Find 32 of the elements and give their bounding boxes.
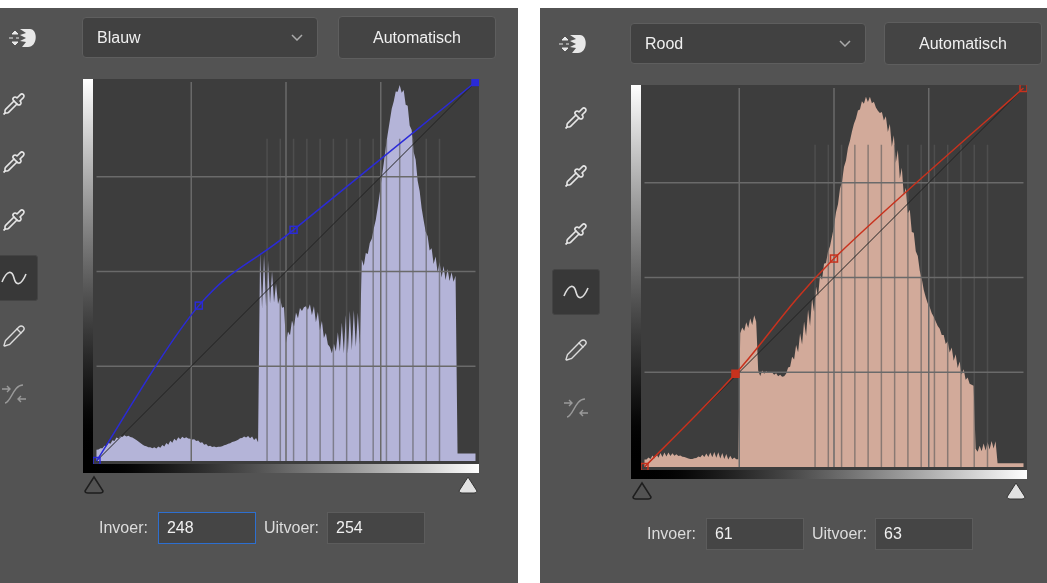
curves-graph-drawing[interactable] bbox=[93, 79, 479, 464]
output-value-field[interactable]: 63 bbox=[875, 518, 974, 550]
auto-button[interactable]: Automatisch bbox=[338, 16, 496, 59]
output-value-field[interactable]: 254 bbox=[327, 512, 426, 544]
output-label: Uitvoer: bbox=[811, 524, 868, 544]
auto-button[interactable]: Automatisch bbox=[884, 22, 1042, 65]
pencil-icon bbox=[564, 338, 588, 362]
chevron-down-icon bbox=[839, 40, 851, 47]
channel-dropdown[interactable]: Rood bbox=[630, 23, 866, 64]
output-label: Uitvoer: bbox=[263, 518, 320, 538]
eyedropper-icon bbox=[2, 92, 26, 116]
eyedropper-icon bbox=[2, 150, 26, 174]
smooth-curve-icon bbox=[1, 383, 27, 405]
input-value-field[interactable]: 248 bbox=[157, 512, 256, 544]
eyedropper-icon bbox=[564, 164, 588, 188]
eyedropper-icon bbox=[2, 208, 26, 232]
curves-graph-drawing[interactable] bbox=[641, 85, 1027, 470]
eyedropper-icon bbox=[564, 222, 588, 246]
input-value-field[interactable]: 61 bbox=[705, 518, 804, 550]
tool-button[interactable] bbox=[0, 255, 38, 301]
channel-dropdown[interactable]: Blauw bbox=[82, 17, 318, 58]
pencil-icon bbox=[2, 324, 26, 348]
highlight-slider-handle[interactable] bbox=[457, 475, 479, 495]
shadow-slider-handle[interactable] bbox=[83, 475, 105, 495]
smooth-curve-icon bbox=[563, 397, 589, 419]
eyedropper-icon bbox=[564, 106, 588, 130]
input-label: Invoer: bbox=[99, 518, 148, 538]
highlight-slider-handle[interactable] bbox=[1005, 481, 1027, 501]
shadow-slider-handle[interactable] bbox=[631, 481, 653, 501]
tool-button[interactable] bbox=[552, 269, 600, 315]
chevron-down-icon bbox=[291, 34, 303, 41]
input-label: Invoer: bbox=[647, 524, 696, 544]
